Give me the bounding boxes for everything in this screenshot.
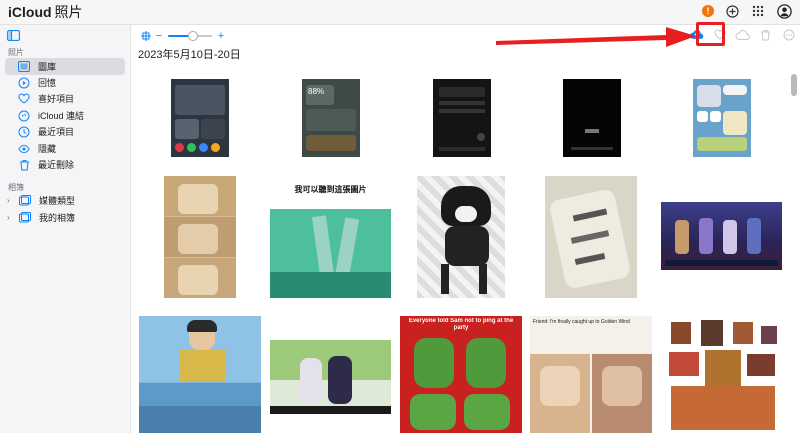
sidebar-item-label: iCloud 連結 [38,111,85,121]
sidebar-item-label: 喜好項目 [38,94,75,104]
recents-icon [18,126,30,138]
zoom-out-button[interactable]: − [154,30,164,42]
scrollbar-thumb[interactable] [791,74,797,96]
chevron-right-icon[interactable]: › [7,213,17,222]
media-types-icon [19,195,31,207]
zoom-in-button[interactable]: + [216,30,226,42]
grid-scrollbar[interactable] [790,70,798,433]
zoom-slider-thumb[interactable] [188,31,199,41]
library-icon [18,61,30,73]
sidebar-item-icloud-links[interactable]: iCloud 連結 [5,107,125,124]
sidebar-item-label: 圖庫 [38,62,57,72]
photo-caption: 我可以聽到這張圖片 [294,185,367,194]
photo-thumbnail[interactable] [693,79,751,157]
photo-thumbnail[interactable] [164,176,236,298]
icloud-link-icon [18,110,30,122]
fit-aspect-icon[interactable] [138,28,154,44]
photo-caption: Friend: I'm finally caught up to Golden … [533,319,630,325]
photo-caption: Everyone told Sam not to ping at the par… [408,318,514,331]
date-range-heading: 2023年5月10日-20日 [138,49,241,61]
sidebar-item-label: 隱藏 [38,144,57,154]
photo-thumbnail[interactable]: 88% [302,79,360,157]
photo-thumbnail[interactable] [433,79,491,157]
photo-thumbnail[interactable]: Friend: I'm finally caught up to Golden … [530,316,652,433]
photo-thumbnail[interactable]: Everyone told Sam not to ping at the par… [400,316,522,433]
photo-grid: 88% 我可以聽到這張圖片 Everyone told Sam not to p… [131,70,789,433]
eye-icon [18,143,30,155]
sidebar-item-favorites[interactable]: 喜好項目 [5,90,125,107]
photo-thumbnail[interactable] [661,316,783,433]
sidebar-item-recently-deleted[interactable]: 最近刪除 [5,156,125,173]
download-cloud-icon[interactable] [735,27,750,42]
app-name: iCloud [8,4,52,20]
photo-caption: 88% [306,85,334,105]
sidebar-group-media-types[interactable]: › 媒體類型 [5,192,125,209]
more-options-icon[interactable] [781,27,796,42]
app-brand[interactable]: iCloud 照片 [6,2,83,22]
photo-thumbnail[interactable] [270,340,391,414]
sidebar-item-library[interactable]: 圖庫 [5,58,125,75]
chevron-right-icon[interactable]: › [7,196,17,205]
photo-thumbnail[interactable] [661,202,782,270]
sidebar: 照片 圖庫 回憶 喜好項目 iCloud 連結 最近項目 隱藏 最近刪除 相簿 … [0,25,131,433]
notification-badge[interactable]: ! [702,5,714,17]
annotation-arrow [496,27,696,47]
section-title-photos: 照片 [8,48,24,57]
sidebar-group-label: 我的相簿 [39,213,76,223]
top-right-controls: ! [702,3,792,19]
photo-thumbnail[interactable]: 我可以聽到這張圖片 [270,176,391,298]
photo-thumbnail[interactable] [171,79,229,157]
sidebar-item-hidden[interactable]: 隱藏 [5,140,125,157]
photo-thumbnail[interactable] [417,176,505,298]
sidebar-item-label: 最近刪除 [38,160,75,170]
app-section-title: 照片 [54,4,83,20]
trash-icon [18,159,30,171]
sidebar-group-label: 媒體類型 [39,196,76,206]
zoom-slider[interactable] [168,30,212,42]
add-circle-icon[interactable] [724,3,740,19]
sidebar-item-recents[interactable]: 最近項目 [5,123,125,140]
app-grid-icon[interactable] [750,3,766,19]
sidebar-toggle-icon[interactable] [7,30,21,44]
memories-icon [18,77,30,89]
photo-thumbnail[interactable] [139,316,261,433]
photo-thumbnail[interactable] [545,176,637,298]
sidebar-item-label: 最近項目 [38,127,75,137]
upload-button-highlight [696,22,725,46]
zoom-control: − + [138,28,226,44]
heart-icon [18,93,30,105]
photo-thumbnail[interactable] [563,79,621,157]
sidebar-group-my-albums[interactable]: › 我的相簿 [5,209,125,226]
sidebar-item-label: 回憶 [38,78,57,88]
sidebar-item-memories[interactable]: 回憶 [5,74,125,91]
delete-trash-icon[interactable] [758,27,773,42]
account-avatar-icon[interactable] [776,3,792,19]
albums-icon [19,212,31,224]
